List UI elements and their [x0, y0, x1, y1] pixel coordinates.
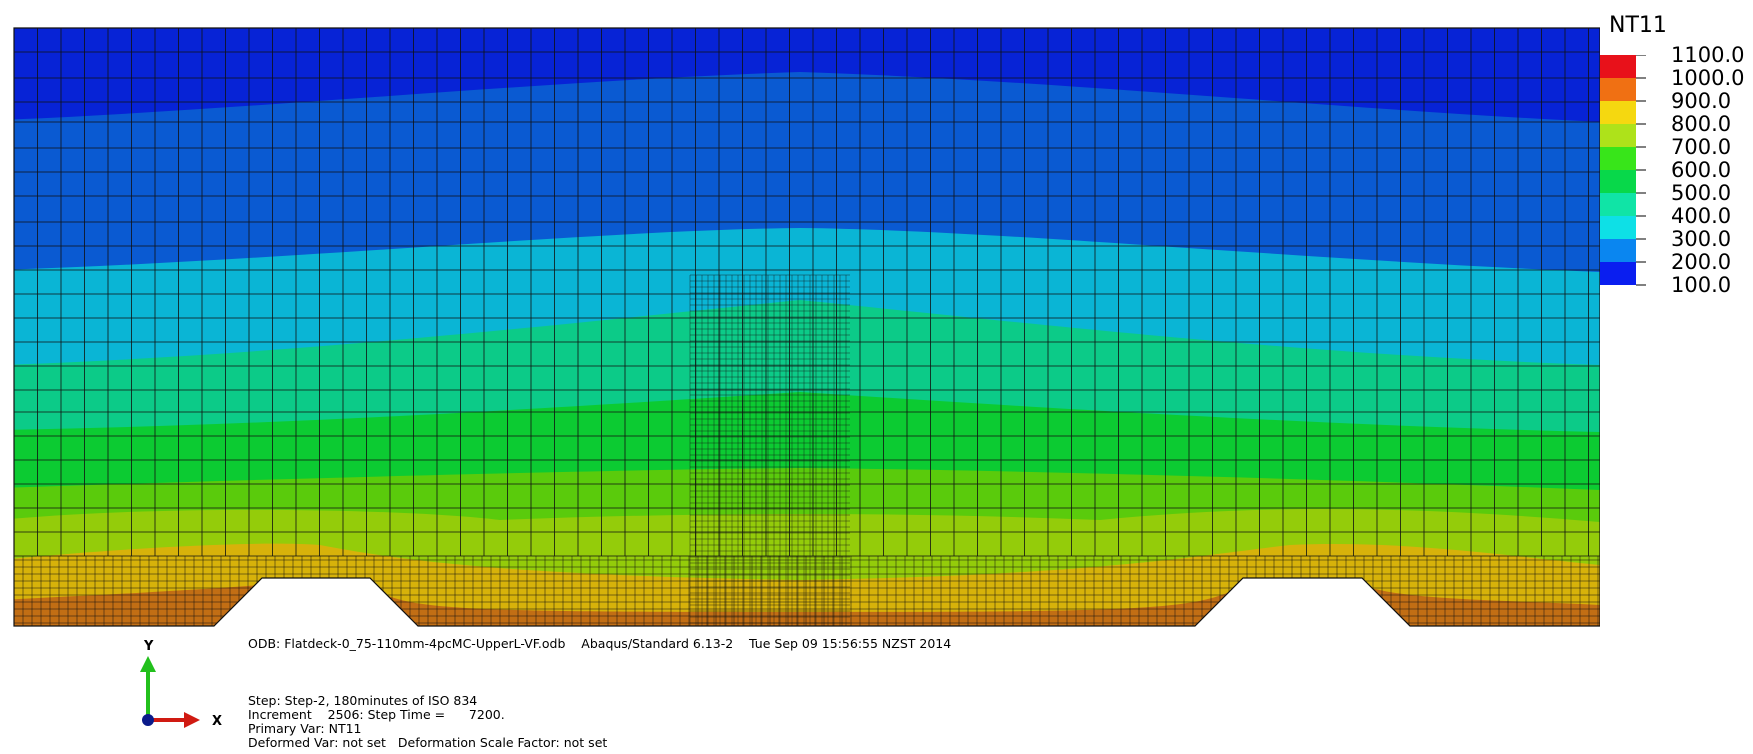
legend-label: 800.0 — [1671, 112, 1732, 136]
x-axis-arrow-head — [184, 712, 200, 728]
y-axis-arrow-head — [140, 656, 156, 672]
deformed-var-line: Deformed Var: not set Deformation Scale … — [248, 735, 608, 750]
legend-label: 500.0 — [1671, 181, 1732, 205]
legend-swatch — [1600, 78, 1636, 101]
abaqus-viewport[interactable]: NT11 1100.0 1000.0 900.0 800.0 700.0 600.0 500… — [0, 0, 1753, 754]
legend-swatch — [1600, 170, 1636, 193]
legend-label: 300.0 — [1671, 227, 1732, 251]
legend-swatch — [1600, 239, 1636, 262]
legend-title: NT11 — [1609, 13, 1667, 38]
y-axis-label: Y — [143, 640, 154, 654]
legend-swatch — [1600, 124, 1636, 147]
contour-bands — [14, 28, 1600, 626]
x-axis-label: X — [212, 714, 222, 729]
triad-origin — [142, 714, 154, 726]
legend-swatch — [1600, 55, 1636, 78]
legend-swatch — [1600, 193, 1636, 216]
temperature-contour-plot[interactable] — [0, 0, 1600, 640]
legend-swatch — [1600, 262, 1636, 285]
coordinate-triad[interactable]: Y X — [128, 640, 238, 730]
legend-label: 1000.0 — [1671, 66, 1745, 90]
legend-label: 200.0 — [1671, 250, 1732, 274]
legend-label: 1100.0 — [1671, 43, 1745, 67]
odb-info-line: ODB: Flatdeck-0_75-110mm-4pcMC-UpperL-VF… — [248, 636, 952, 651]
legend-label: 700.0 — [1671, 135, 1732, 159]
legend-label: 400.0 — [1671, 204, 1732, 228]
legend-swatch — [1600, 147, 1636, 170]
legend-swatch — [1600, 101, 1636, 124]
legend-label: 100.0 — [1671, 273, 1732, 297]
legend-label: 600.0 — [1671, 158, 1732, 182]
legend-label: 900.0 — [1671, 89, 1732, 113]
legend-color-bar — [1600, 55, 1646, 286]
legend-swatch — [1600, 216, 1636, 239]
